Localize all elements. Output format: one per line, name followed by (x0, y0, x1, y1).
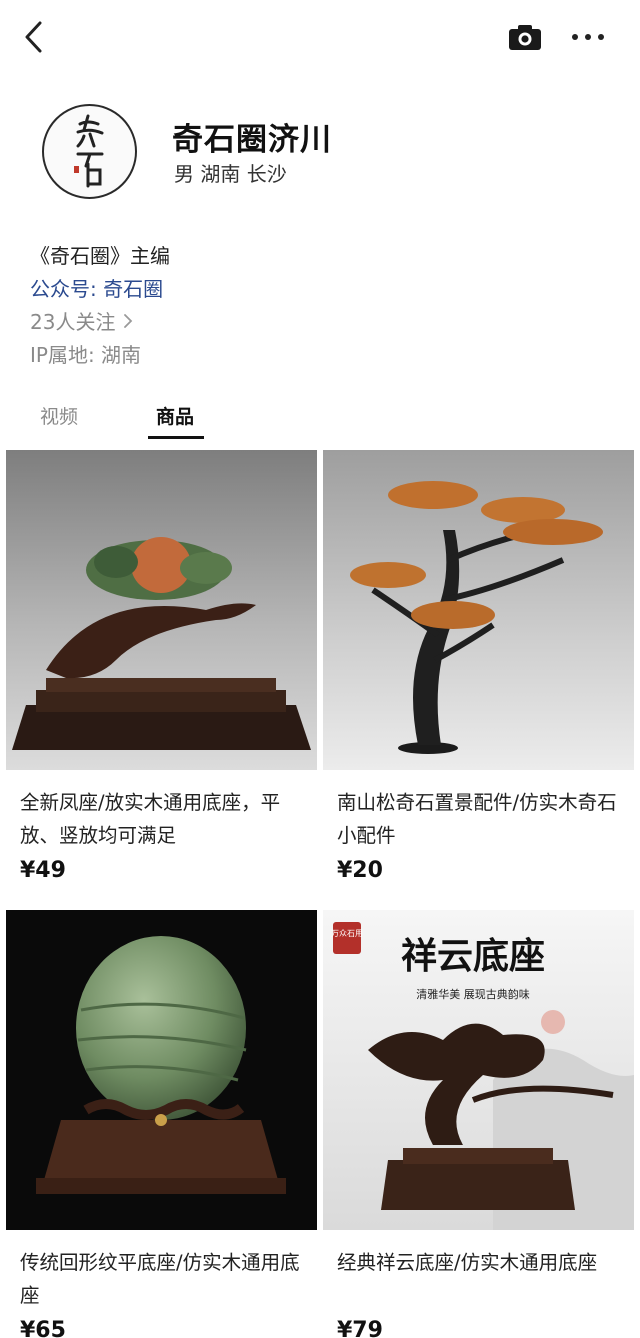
product-title: 经典祥云底座/仿实木通用底座 (337, 1251, 598, 1274)
product-price: ¥79 (337, 1318, 383, 1338)
camera-icon (509, 25, 541, 50)
product-price: ¥20 (337, 858, 383, 883)
tab-video[interactable]: 视频 (40, 402, 78, 429)
tab-goods[interactable]: 商品 (156, 402, 194, 429)
banner-title: 祥云底座 (401, 935, 545, 977)
product-image (6, 910, 317, 1230)
official-account-link[interactable]: 公众号: 奇石圈 (30, 273, 163, 302)
product-title: 全新凤座/放实木通用底座，平放、竖放均可满足 (20, 791, 281, 847)
active-tab-indicator (148, 436, 204, 439)
followers-link[interactable]: 23人关注 (30, 306, 133, 335)
brand-badge: 万众石用 (331, 929, 363, 938)
more-dots-icon (572, 34, 604, 40)
ip-location: IP属地: 湖南 (30, 343, 142, 367)
profile-name: 奇石圈济川 (172, 122, 332, 158)
chevron-left-icon (25, 21, 42, 53)
banner-subtitle: 清雅华美 展现古典韵味 (416, 987, 530, 1001)
product-price: ¥65 (20, 1318, 66, 1338)
camera-button[interactable] (505, 20, 545, 54)
product-image: 万众石用 祥云底座 清雅华美 展现古典韵味 (323, 910, 634, 1230)
profile-bio: 《奇石圈》主编 (30, 244, 170, 268)
avatar[interactable] (42, 104, 137, 199)
more-button[interactable] (568, 22, 608, 52)
followers-count: 23人关注 (30, 310, 116, 334)
top-bar (0, 0, 640, 76)
profile-meta: 男 湖南 长沙 (174, 162, 287, 186)
product-image (323, 450, 634, 770)
logo-icon (74, 114, 104, 188)
product-title: 南山松奇石置景配件/仿实木奇石小配件 (337, 791, 617, 847)
chevron-right-icon (124, 313, 133, 328)
content-tabs: 视频 商品 (0, 396, 640, 444)
product-title: 传统回形纹平底座/仿实木通用底座 (20, 1251, 300, 1307)
product-image (6, 450, 317, 770)
back-button[interactable] (18, 18, 48, 56)
product-price: ¥49 (20, 858, 66, 883)
